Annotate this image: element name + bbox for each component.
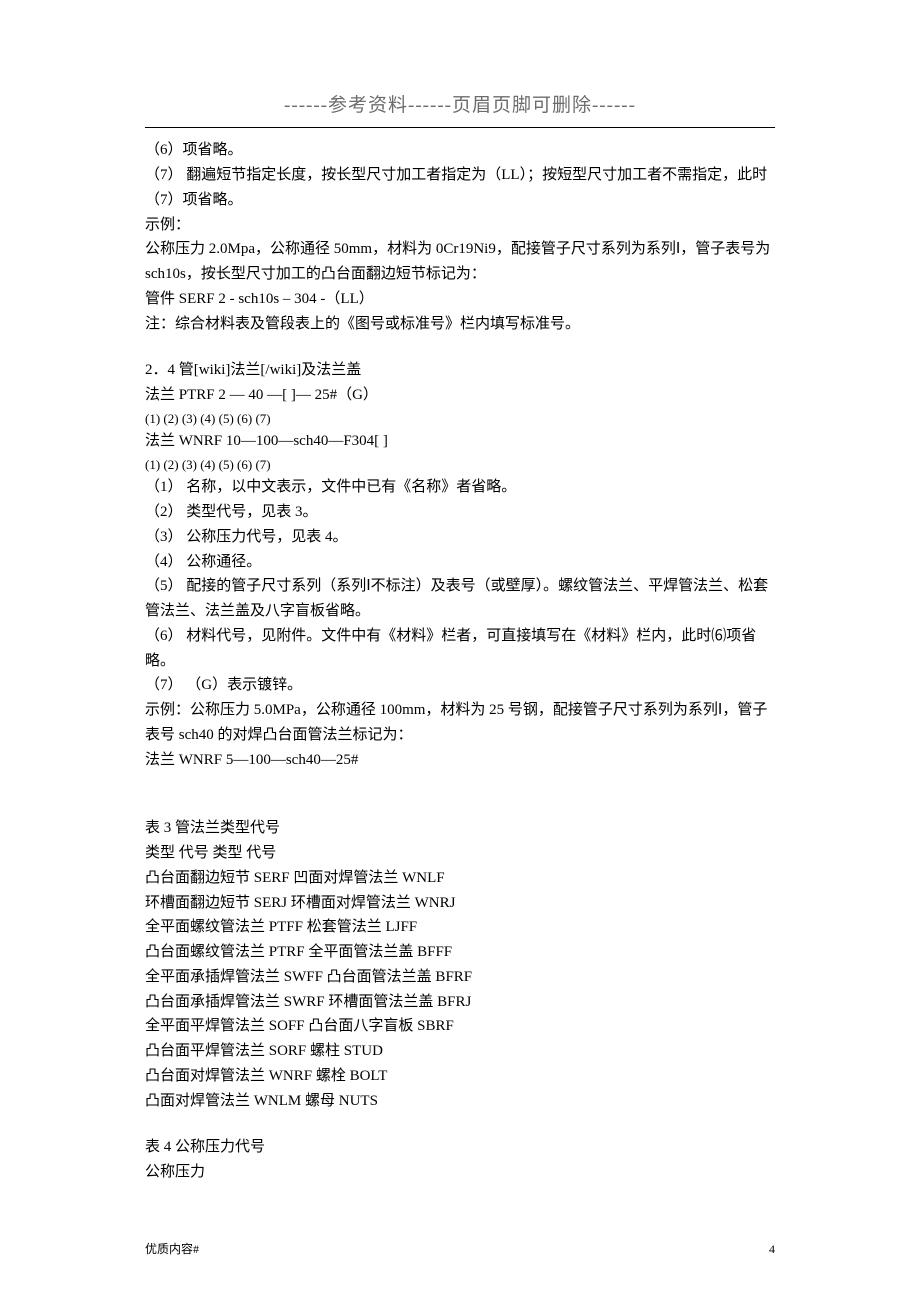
table-3-head: 类型 代号 类型 代号 — [145, 841, 775, 866]
para-6: （6）项省略。 — [145, 138, 775, 163]
footer-page-number: 4 — [769, 1240, 775, 1260]
table-3-row-3: 全平面螺纹管法兰 PTFF 松套管法兰 LJFF — [145, 915, 775, 940]
table-3-row-6: 凸台面承插焊管法兰 SWRF 环槽面管法兰盖 BFRJ — [145, 990, 775, 1015]
flange-line-1-nums: (1) (2) (3) (4) (5) (6) (7) — [145, 408, 775, 429]
table-3-row-5: 全平面承插焊管法兰 SWFF 凸台面管法兰盖 BFRF — [145, 965, 775, 990]
para-example-label: 示例： — [145, 213, 775, 238]
item-4: （4） 公称通径。 — [145, 550, 775, 575]
section-2-4-title: 2．4 管[wiki]法兰[/wiki]及法兰盖 — [145, 358, 775, 383]
table-3-title: 表 3 管法兰类型代号 — [145, 816, 775, 841]
table-3-row-7: 全平面平焊管法兰 SOFF 凸台面八字盲板 SBRF — [145, 1014, 775, 1039]
content: （6）项省略。 （7） 翻遍短节指定长度，按长型尺寸加工者指定为（LL）；按短型… — [145, 138, 775, 1185]
footer-left: 优质内容# — [145, 1240, 199, 1260]
para-example-body: 公称压力 2.0Mpa，公称通径 50mm，材料为 0Cr19Ni9，配接管子尺… — [145, 237, 775, 287]
flange-line-1: 法兰 PTRF 2 — 40 —[ ]— 25#（G） — [145, 383, 775, 408]
para-serf-code: 管件 SERF 2 - sch10s – 304 -（LL） — [145, 287, 775, 312]
flange-line-2-nums: (1) (2) (3) (4) (5) (6) (7) — [145, 454, 775, 475]
example-2-code: 法兰 WNRF 5—100—sch40—25# — [145, 748, 775, 773]
table-3-row-10: 凸面对焊管法兰 WNLM 螺母 NUTS — [145, 1089, 775, 1114]
para-note: 注：综合材料表及管段表上的《图号或标准号》栏内填写标准号。 — [145, 312, 775, 337]
table-3-row-1: 凸台面翻边短节 SERF 凹面对焊管法兰 WNLF — [145, 866, 775, 891]
table-3-row-8: 凸台面平焊管法兰 SORF 螺柱 STUD — [145, 1039, 775, 1064]
item-1: （1） 名称，以中文表示，文件中已有《名称》者省略。 — [145, 475, 775, 500]
item-2: （2） 类型代号，见表 3。 — [145, 500, 775, 525]
page: ------参考资料------页眉页脚可删除------ （6）项省略。 （7… — [0, 0, 920, 1302]
example-2-body: 示例：公称压力 5.0MPa，公称通径 100mm，材料为 25 号钢，配接管子… — [145, 698, 775, 748]
header-rule — [145, 127, 775, 128]
para-7: （7） 翻遍短节指定长度，按长型尺寸加工者指定为（LL）；按短型尺寸加工者不需指… — [145, 163, 775, 213]
table-3-row-9: 凸台面对焊管法兰 WNRF 螺栓 BOLT — [145, 1064, 775, 1089]
table-3-row-2: 环槽面翻边短节 SERJ 环槽面对焊管法兰 WNRJ — [145, 891, 775, 916]
item-6: （6） 材料代号，见附件。文件中有《材料》栏者，可直接填写在《材料》栏内，此时⑹… — [145, 624, 775, 674]
table-4-sub: 公称压力 — [145, 1160, 775, 1185]
item-7: （7） （G）表示镀锌。 — [145, 673, 775, 698]
flange-line-2: 法兰 WNRF 10—100—sch40—F304[ ] — [145, 429, 775, 454]
table-4-title: 表 4 公称压力代号 — [145, 1135, 775, 1160]
table-3-row-4: 凸台面螺纹管法兰 PTRF 全平面管法兰盖 BFFF — [145, 940, 775, 965]
item-5: （5） 配接的管子尺寸系列（系列Ⅰ不标注）及表号（或壁厚）。螺纹管法兰、平焊管法… — [145, 574, 775, 624]
item-3: （3） 公称压力代号，见表 4。 — [145, 525, 775, 550]
page-header: ------参考资料------页眉页脚可删除------ — [145, 90, 775, 121]
